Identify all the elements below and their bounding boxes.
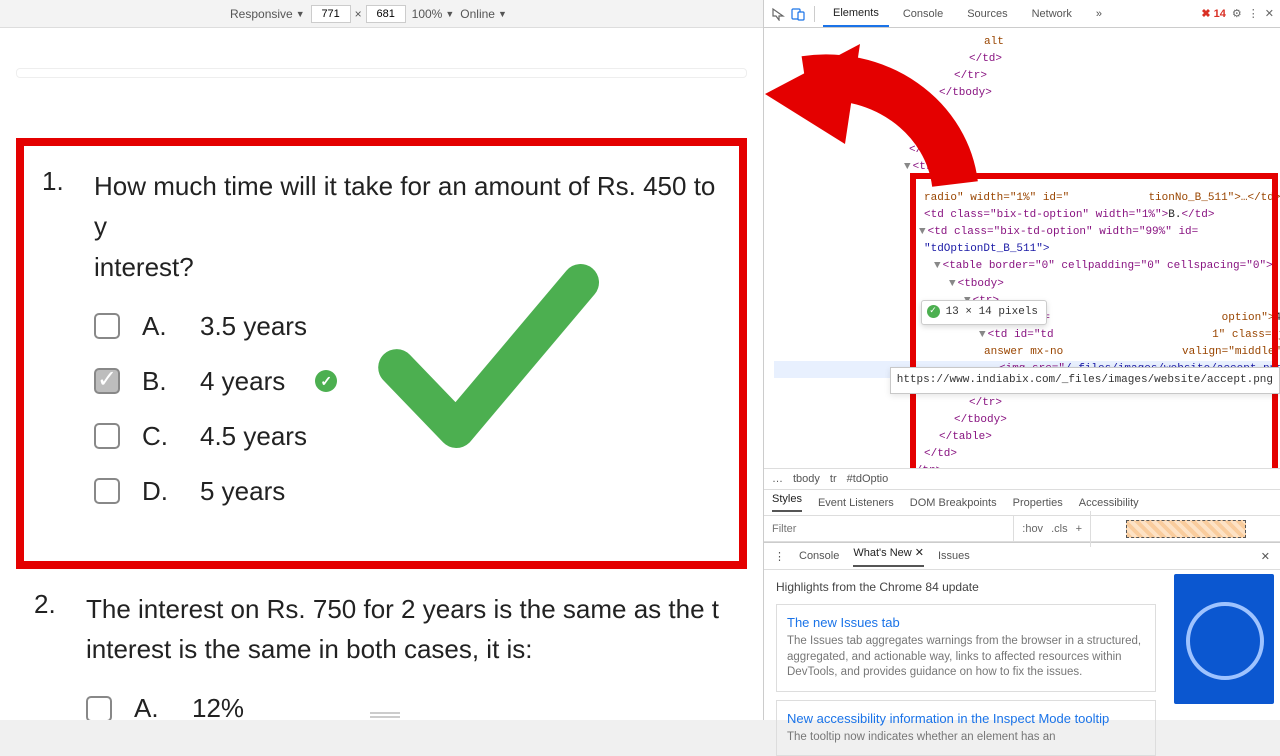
tab-elements[interactable]: Elements (823, 1, 889, 27)
accept-icon: ✓ (315, 370, 337, 392)
network-dropdown[interactable]: Online ▼ (460, 7, 507, 21)
checkbox-icon[interactable] (94, 478, 120, 504)
devtools-panel: Elements Console Sources Network » ✖ 14 … (763, 0, 1280, 720)
tooltip-accept-icon: ✓ (927, 305, 940, 318)
tab-styles[interactable]: Styles (772, 493, 802, 512)
page-viewport: 1. How much time will it take for an amo… (0, 28, 763, 720)
responsive-dropdown[interactable]: Responsive ▼ (230, 7, 305, 21)
close-icon[interactable]: ✕ (1265, 7, 1274, 20)
drawer-tab-console[interactable]: Console (799, 550, 839, 562)
drawer-tab-issues[interactable]: Issues (938, 550, 970, 562)
add-rule-icon[interactable]: + (1076, 523, 1082, 535)
checkbox-icon[interactable] (94, 423, 120, 449)
tab-event-listeners[interactable]: Event Listeners (818, 497, 894, 509)
tab-network[interactable]: Network (1022, 2, 1082, 26)
device-toggle-icon[interactable] (790, 6, 806, 22)
dom-breadcrumb[interactable]: … tbody tr #tdOptio (764, 468, 1280, 490)
tab-sources[interactable]: Sources (957, 2, 1017, 26)
devtools-tabbar: Elements Console Sources Network » ✖ 14 … (764, 0, 1280, 28)
drawer-more-icon[interactable]: ⋮ (774, 550, 785, 563)
error-badge[interactable]: ✖ 14 (1201, 7, 1226, 20)
q1-number: 1. (36, 166, 94, 287)
url-tooltip: https://www.indiabix.com/_files/images/w… (890, 367, 1280, 394)
q2-option-a[interactable]: A. 12% (86, 693, 735, 720)
settings-icon[interactable]: ⚙ (1232, 7, 1242, 20)
tab-properties[interactable]: Properties (1013, 497, 1063, 509)
checkbox-checked-icon[interactable] (94, 368, 120, 394)
q2-text: The interest on Rs. 750 for 2 years is t… (86, 589, 735, 670)
q1-option-d[interactable]: D. 5 years (94, 476, 727, 507)
drawer-close-icon[interactable]: ✕ (1261, 550, 1270, 563)
drawer-tab-whatsnew[interactable]: What's New ✕ (853, 546, 924, 567)
more-icon[interactable]: ⋮ (1248, 7, 1259, 20)
big-checkmark-icon (369, 241, 599, 476)
box-model-preview (1090, 511, 1280, 547)
question-1-highlight: 1. How much time will it take for an amo… (16, 138, 747, 569)
inspect-icon[interactable] (770, 6, 786, 22)
tab-console[interactable]: Console (893, 2, 953, 26)
whatsnew-card-1[interactable]: The new Issues tab The Issues tab aggreg… (776, 604, 1156, 692)
q2-number: 2. (28, 589, 86, 670)
tab-dom-breakpoints[interactable]: DOM Breakpoints (910, 497, 997, 509)
whatsnew-panel: Highlights from the Chrome 84 update The… (764, 570, 1280, 710)
checkbox-icon[interactable] (94, 313, 120, 339)
whatsnew-card-2[interactable]: New accessibility information in the Ins… (776, 700, 1156, 756)
styles-filter-row: :hov .cls + (764, 516, 1280, 542)
image-dimensions-tooltip: ✓ 13 × 14 pixels (921, 300, 1047, 325)
tab-more-icon[interactable]: » (1086, 2, 1112, 26)
checkbox-icon[interactable] (86, 696, 112, 720)
hov-toggle[interactable]: :hov (1022, 523, 1043, 535)
whatsnew-illustration (1174, 574, 1274, 704)
zoom-dropdown[interactable]: 100% ▼ (412, 7, 455, 21)
viewport-height-input[interactable] (366, 5, 406, 23)
resize-handle-icon[interactable] (370, 712, 400, 718)
dim-separator: × (355, 7, 362, 21)
dom-tree[interactable]: alt </td> </tr> </tbody> </tr> ▼<tr> rad… (764, 28, 1280, 468)
cls-toggle[interactable]: .cls (1051, 523, 1068, 535)
question-2: 2. The interest on Rs. 750 for 2 years i… (16, 589, 747, 720)
tab-accessibility[interactable]: Accessibility (1079, 497, 1139, 509)
viewport-width-input[interactable] (311, 5, 351, 23)
styles-filter-input[interactable] (764, 523, 1013, 535)
